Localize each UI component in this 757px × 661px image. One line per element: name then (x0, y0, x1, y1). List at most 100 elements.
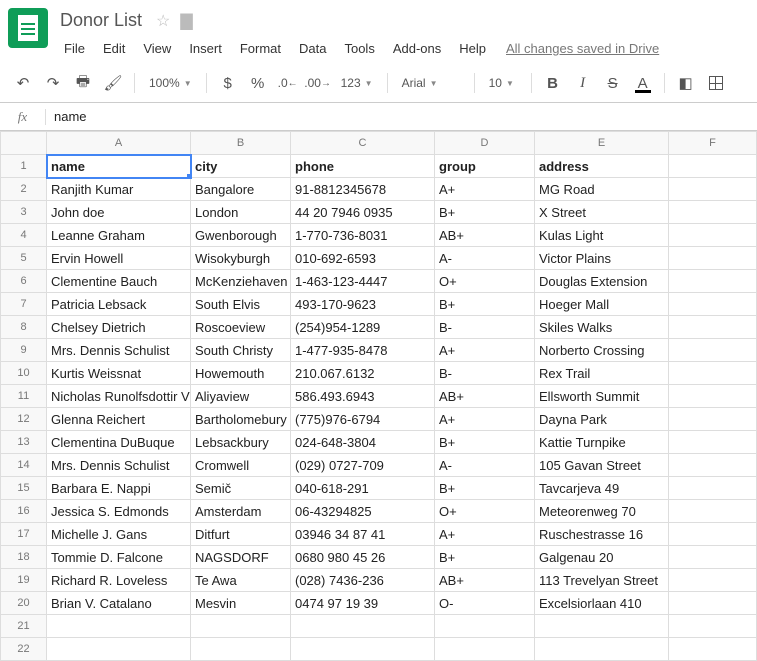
decrease-decimal-button[interactable]: .0← (275, 70, 301, 96)
cell[interactable]: O+ (435, 500, 535, 523)
paint-format-button[interactable]: 🖌 (100, 70, 126, 96)
cell[interactable]: A- (435, 247, 535, 270)
cell[interactable] (669, 523, 757, 546)
cell[interactable]: 0680 980 45 26 (291, 546, 435, 569)
cell[interactable] (47, 615, 191, 638)
cell[interactable] (669, 339, 757, 362)
column-header-D[interactable]: D (435, 132, 535, 155)
cell[interactable] (669, 454, 757, 477)
cell[interactable] (535, 638, 669, 661)
doc-title[interactable]: Donor List (56, 8, 146, 33)
cell[interactable]: A+ (435, 408, 535, 431)
select-all-corner[interactable] (1, 132, 47, 155)
cell[interactable] (669, 592, 757, 615)
star-icon[interactable]: ☆ (156, 11, 170, 31)
strikethrough-button[interactable]: S (600, 70, 626, 96)
cell[interactable]: B- (435, 316, 535, 339)
cell[interactable]: London (191, 201, 291, 224)
cell[interactable]: Patricia Lebsack (47, 293, 191, 316)
cell[interactable]: Galgenau 20 (535, 546, 669, 569)
cell[interactable]: 1-770-736-8031 (291, 224, 435, 247)
menu-view[interactable]: View (135, 37, 179, 60)
menu-help[interactable]: Help (451, 37, 494, 60)
row-header[interactable]: 1 (1, 155, 47, 178)
row-header[interactable]: 16 (1, 500, 47, 523)
cell[interactable]: AB+ (435, 385, 535, 408)
cell[interactable] (291, 638, 435, 661)
cell[interactable]: 0474 97 19 39 (291, 592, 435, 615)
cell[interactable] (669, 408, 757, 431)
cell[interactable]: Brian V. Catalano (47, 592, 191, 615)
cell[interactable] (535, 615, 669, 638)
cell[interactable]: Kulas Light (535, 224, 669, 247)
cell[interactable]: (029) 0727-709 (291, 454, 435, 477)
menu-tools[interactable]: Tools (336, 37, 382, 60)
cell[interactable] (669, 385, 757, 408)
column-header-C[interactable]: C (291, 132, 435, 155)
italic-button[interactable]: I (570, 70, 596, 96)
cell[interactable]: MG Road (535, 178, 669, 201)
cell[interactable]: John doe (47, 201, 191, 224)
cell[interactable]: Meteorenweg 70 (535, 500, 669, 523)
zoom-select[interactable]: 100%▼ (143, 76, 198, 90)
row-header[interactable]: 17 (1, 523, 47, 546)
cell[interactable]: X Street (535, 201, 669, 224)
row-header[interactable]: 12 (1, 408, 47, 431)
row-header[interactable]: 8 (1, 316, 47, 339)
cell[interactable]: A- (435, 454, 535, 477)
cell[interactable]: Norberto Crossing (535, 339, 669, 362)
cell[interactable] (669, 477, 757, 500)
cell[interactable]: B+ (435, 477, 535, 500)
cell[interactable] (669, 615, 757, 638)
cell[interactable]: 105 Gavan Street (535, 454, 669, 477)
cell[interactable] (191, 638, 291, 661)
cell[interactable]: 44 20 7946 0935 (291, 201, 435, 224)
cell[interactable] (669, 247, 757, 270)
row-header[interactable]: 15 (1, 477, 47, 500)
cell[interactable]: 493-170-9623 (291, 293, 435, 316)
increase-decimal-button[interactable]: .00→ (305, 70, 331, 96)
cell[interactable] (669, 546, 757, 569)
cell[interactable]: Rex Trail (535, 362, 669, 385)
formula-input[interactable]: name (46, 109, 757, 124)
row-header[interactable]: 9 (1, 339, 47, 362)
cell[interactable]: B+ (435, 293, 535, 316)
cell[interactable] (435, 615, 535, 638)
row-header[interactable]: 18 (1, 546, 47, 569)
menu-insert[interactable]: Insert (181, 37, 230, 60)
cell[interactable]: Dayna Park (535, 408, 669, 431)
cell[interactable]: 1-477-935-8478 (291, 339, 435, 362)
column-header-A[interactable]: A (47, 132, 191, 155)
cell[interactable]: group (435, 155, 535, 178)
cell[interactable]: address (535, 155, 669, 178)
menu-data[interactable]: Data (291, 37, 334, 60)
cell[interactable]: Barbara E. Nappi (47, 477, 191, 500)
cell[interactable]: Hoeger Mall (535, 293, 669, 316)
cell[interactable]: A+ (435, 523, 535, 546)
redo-button[interactable]: ↷ (40, 70, 66, 96)
cell[interactable]: Nicholas Runolfsdottir V (47, 385, 191, 408)
cell[interactable]: Ellsworth Summit (535, 385, 669, 408)
cell[interactable] (669, 431, 757, 454)
percent-button[interactable]: % (245, 70, 271, 96)
cell[interactable] (669, 362, 757, 385)
undo-button[interactable]: ↶ (10, 70, 36, 96)
cell[interactable] (669, 638, 757, 661)
cell[interactable]: Aliyaview (191, 385, 291, 408)
cell[interactable] (669, 569, 757, 592)
cell[interactable]: 113 Trevelyan Street (535, 569, 669, 592)
cell[interactable]: Ervin Howell (47, 247, 191, 270)
cell[interactable]: Victor Plains (535, 247, 669, 270)
cell[interactable]: South Christy (191, 339, 291, 362)
print-button[interactable]: 🖶 (70, 70, 96, 96)
cell[interactable]: Roscoeview (191, 316, 291, 339)
menu-edit[interactable]: Edit (95, 37, 133, 60)
cell[interactable]: Ditfurt (191, 523, 291, 546)
cell[interactable] (669, 201, 757, 224)
cell[interactable]: NAGSDORF (191, 546, 291, 569)
sheets-logo-icon[interactable] (8, 8, 48, 48)
cell[interactable] (669, 500, 757, 523)
cell[interactable]: 03946 34 87 41 (291, 523, 435, 546)
row-header[interactable]: 20 (1, 592, 47, 615)
row-header[interactable]: 11 (1, 385, 47, 408)
